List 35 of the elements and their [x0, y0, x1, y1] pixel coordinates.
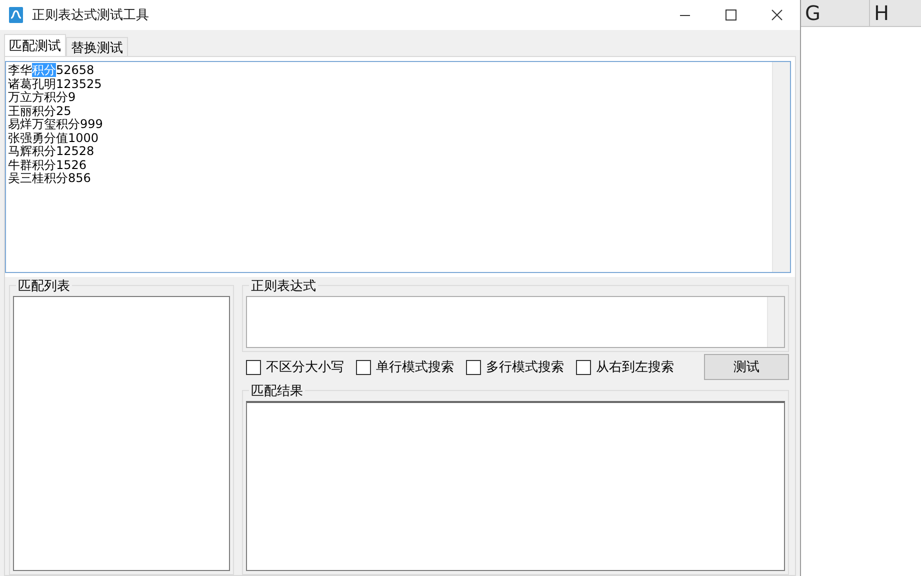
- text-line: 李华积分52658: [8, 64, 96, 78]
- source-text-area[interactable]: 李华积分52658 诸葛孔明123525 万立方积分9 王丽积分25 易烊万玺积分999 张强勇分值1000 马辉积分12528 牛群积分1526 吴三桂积分856: [5, 61, 791, 273]
- option-label: 单行模式搜索: [376, 359, 454, 376]
- text-line: 牛群积分1526: [8, 158, 88, 172]
- tab[interactable]: 替换测试: [66, 37, 128, 56]
- option-checkbox[interactable]: 从右到左搜索: [576, 358, 674, 376]
- text-line: 诸葛孔明123525: [8, 78, 103, 90]
- app-icon: [8, 7, 24, 23]
- text-line: 万立方积分9: [8, 91, 77, 104]
- test-button[interactable]: 测试: [704, 354, 789, 380]
- checkbox[interactable]: [246, 360, 261, 374]
- checkbox[interactable]: [576, 360, 591, 374]
- option-label: 多行模式搜索: [486, 359, 564, 376]
- scrollbar[interactable]: [772, 62, 790, 272]
- text-line: 吴三桂积分856: [8, 172, 92, 186]
- group-title: 匹配结果: [249, 382, 305, 400]
- scrollbar[interactable]: [767, 297, 784, 347]
- tab[interactable]: 匹配测试: [4, 34, 66, 56]
- option-checkbox[interactable]: 多行模式搜索: [466, 358, 564, 376]
- group-title: 正则表达式: [249, 277, 318, 295]
- text-line: 张强勇分值1000: [8, 132, 100, 145]
- column-header: G: [801, 0, 870, 26]
- text-line: 易烊万玺积分999: [8, 118, 104, 132]
- option-checkbox[interactable]: 不区分大小写: [246, 358, 344, 376]
- group-title: 匹配列表: [16, 277, 72, 295]
- text-line: 王丽积分25: [8, 104, 72, 118]
- regex-input-field[interactable]: [246, 296, 785, 348]
- option-label: 从右到左搜索: [596, 359, 674, 376]
- checkbox[interactable]: [466, 360, 481, 374]
- text-line: 马辉积分12528: [8, 145, 96, 158]
- column-header: H: [870, 0, 921, 26]
- option-label: 不区分大小写: [266, 359, 344, 376]
- window-title: 正则表达式测试工具: [32, 7, 149, 24]
- option-checkbox[interactable]: 单行模式搜索: [356, 358, 454, 376]
- checkbox[interactable]: [356, 360, 371, 374]
